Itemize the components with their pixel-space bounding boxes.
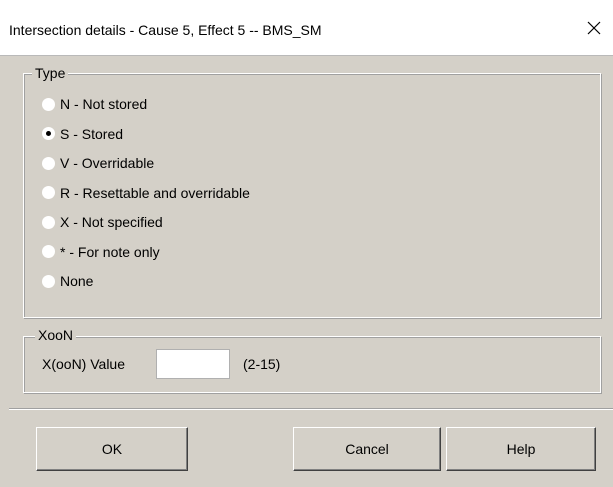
type-option-label: X - Not specified bbox=[60, 214, 163, 230]
xoon-range-hint: (2-15) bbox=[243, 356, 281, 372]
type-option-label: * - For note only bbox=[60, 243, 160, 260]
type-group-label: Type bbox=[32, 65, 69, 81]
xoon-group-label: XooN bbox=[35, 327, 77, 343]
radio-icon[interactable] bbox=[42, 156, 55, 170]
type-option-label: N - Not stored bbox=[60, 96, 148, 112]
type-option-label: None bbox=[60, 273, 94, 289]
type-option[interactable]: N - Not stored bbox=[42, 95, 147, 113]
help-button[interactable]: Help bbox=[446, 427, 596, 471]
type-option[interactable]: S - Stored bbox=[42, 125, 123, 143]
xoon-value-input[interactable] bbox=[156, 349, 230, 379]
cancel-button[interactable]: Cancel bbox=[293, 427, 441, 471]
type-option-label: V - Overridable bbox=[60, 155, 155, 171]
type-option[interactable]: * - For note only bbox=[42, 243, 160, 261]
type-option-label: R - Resettable and overridable bbox=[60, 184, 250, 201]
window-title: Intersection details - Cause 5, Effect 5… bbox=[9, 22, 322, 38]
radio-icon[interactable] bbox=[42, 186, 55, 199]
type-option[interactable]: X - Not specified bbox=[42, 213, 163, 231]
radio-icon[interactable] bbox=[42, 97, 55, 111]
type-option-label: S - Stored bbox=[60, 125, 124, 142]
type-option[interactable]: None bbox=[42, 272, 93, 290]
title-bar: Intersection details - Cause 5, Effect 5… bbox=[0, 0, 613, 56]
radio-icon[interactable] bbox=[42, 215, 55, 229]
separator bbox=[9, 408, 613, 410]
type-option[interactable]: V - Overridable bbox=[42, 154, 154, 172]
close-button[interactable] bbox=[575, 12, 613, 44]
radio-selected-icon[interactable] bbox=[42, 127, 55, 140]
xoon-value-label: X(ooN) Value bbox=[42, 356, 126, 372]
type-option[interactable]: R - Resettable and overridable bbox=[42, 184, 250, 202]
radio-icon[interactable] bbox=[42, 274, 55, 288]
radio-icon[interactable] bbox=[42, 245, 55, 258]
radio-dot-icon bbox=[46, 131, 51, 136]
ok-button[interactable]: OK bbox=[36, 427, 188, 471]
close-icon bbox=[587, 21, 601, 35]
